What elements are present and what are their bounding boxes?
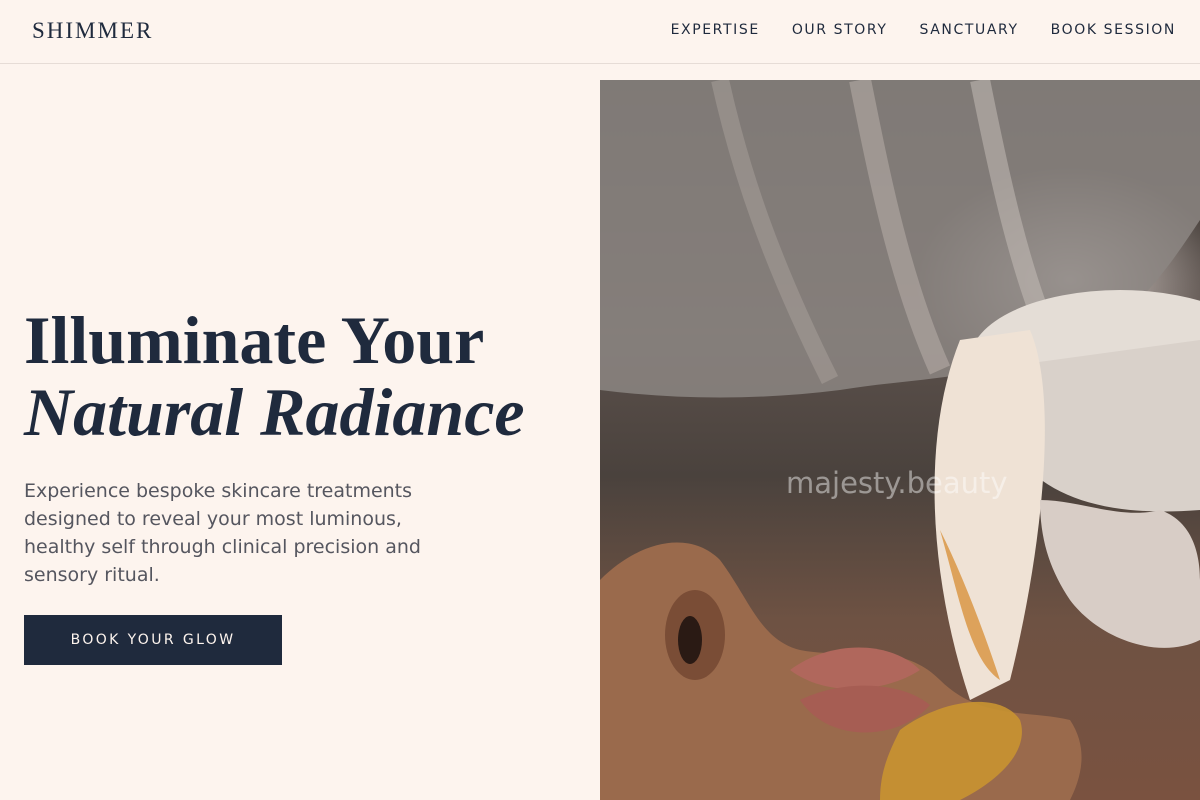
nav-link-book-session[interactable]: BOOK SESSION — [1051, 22, 1176, 38]
book-your-glow-button[interactable]: BOOK YOUR GLOW — [24, 615, 282, 665]
hero-image-illustration — [600, 80, 1200, 800]
image-watermark: majesty.beauty — [786, 466, 1008, 500]
top-navigation-bar: SHIMMER EXPERTISE OUR STORY SANCTUARY BO… — [0, 0, 1200, 64]
hero-description: Experience bespoke skincare treatments d… — [24, 480, 421, 586]
nav-link-sanctuary[interactable]: SANCTUARY — [920, 22, 1019, 38]
hero-title: Illuminate Your Natural Radiance — [24, 304, 584, 448]
hero-image-facial-treatment — [600, 80, 1200, 800]
hero-title-line1: Illuminate Your — [24, 302, 485, 378]
brand-logo[interactable]: SHIMMER — [32, 18, 153, 44]
nav-link-expertise[interactable]: EXPERTISE — [671, 22, 760, 38]
hero-title-line2: Natural Radiance — [24, 374, 525, 450]
main-nav: EXPERTISE OUR STORY SANCTUARY BOOK SESSI… — [671, 22, 1176, 38]
nav-link-our-story[interactable]: OUR STORY — [792, 22, 888, 38]
